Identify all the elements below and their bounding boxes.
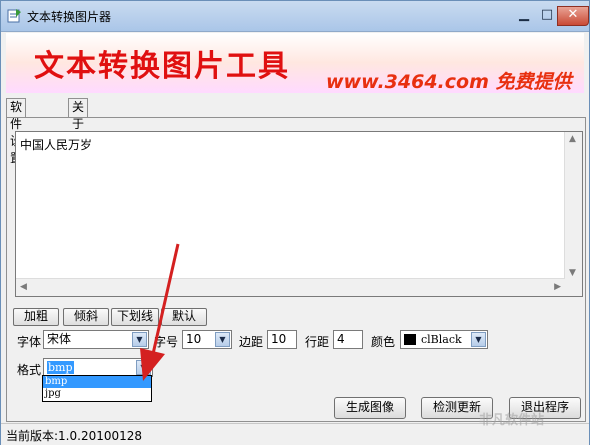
app-window: 文本转换图片器 ▁ □ ✕ 文本转换图片工具 www.3464.com 免费提供… bbox=[0, 0, 590, 445]
annotation-arrow bbox=[140, 243, 180, 381]
